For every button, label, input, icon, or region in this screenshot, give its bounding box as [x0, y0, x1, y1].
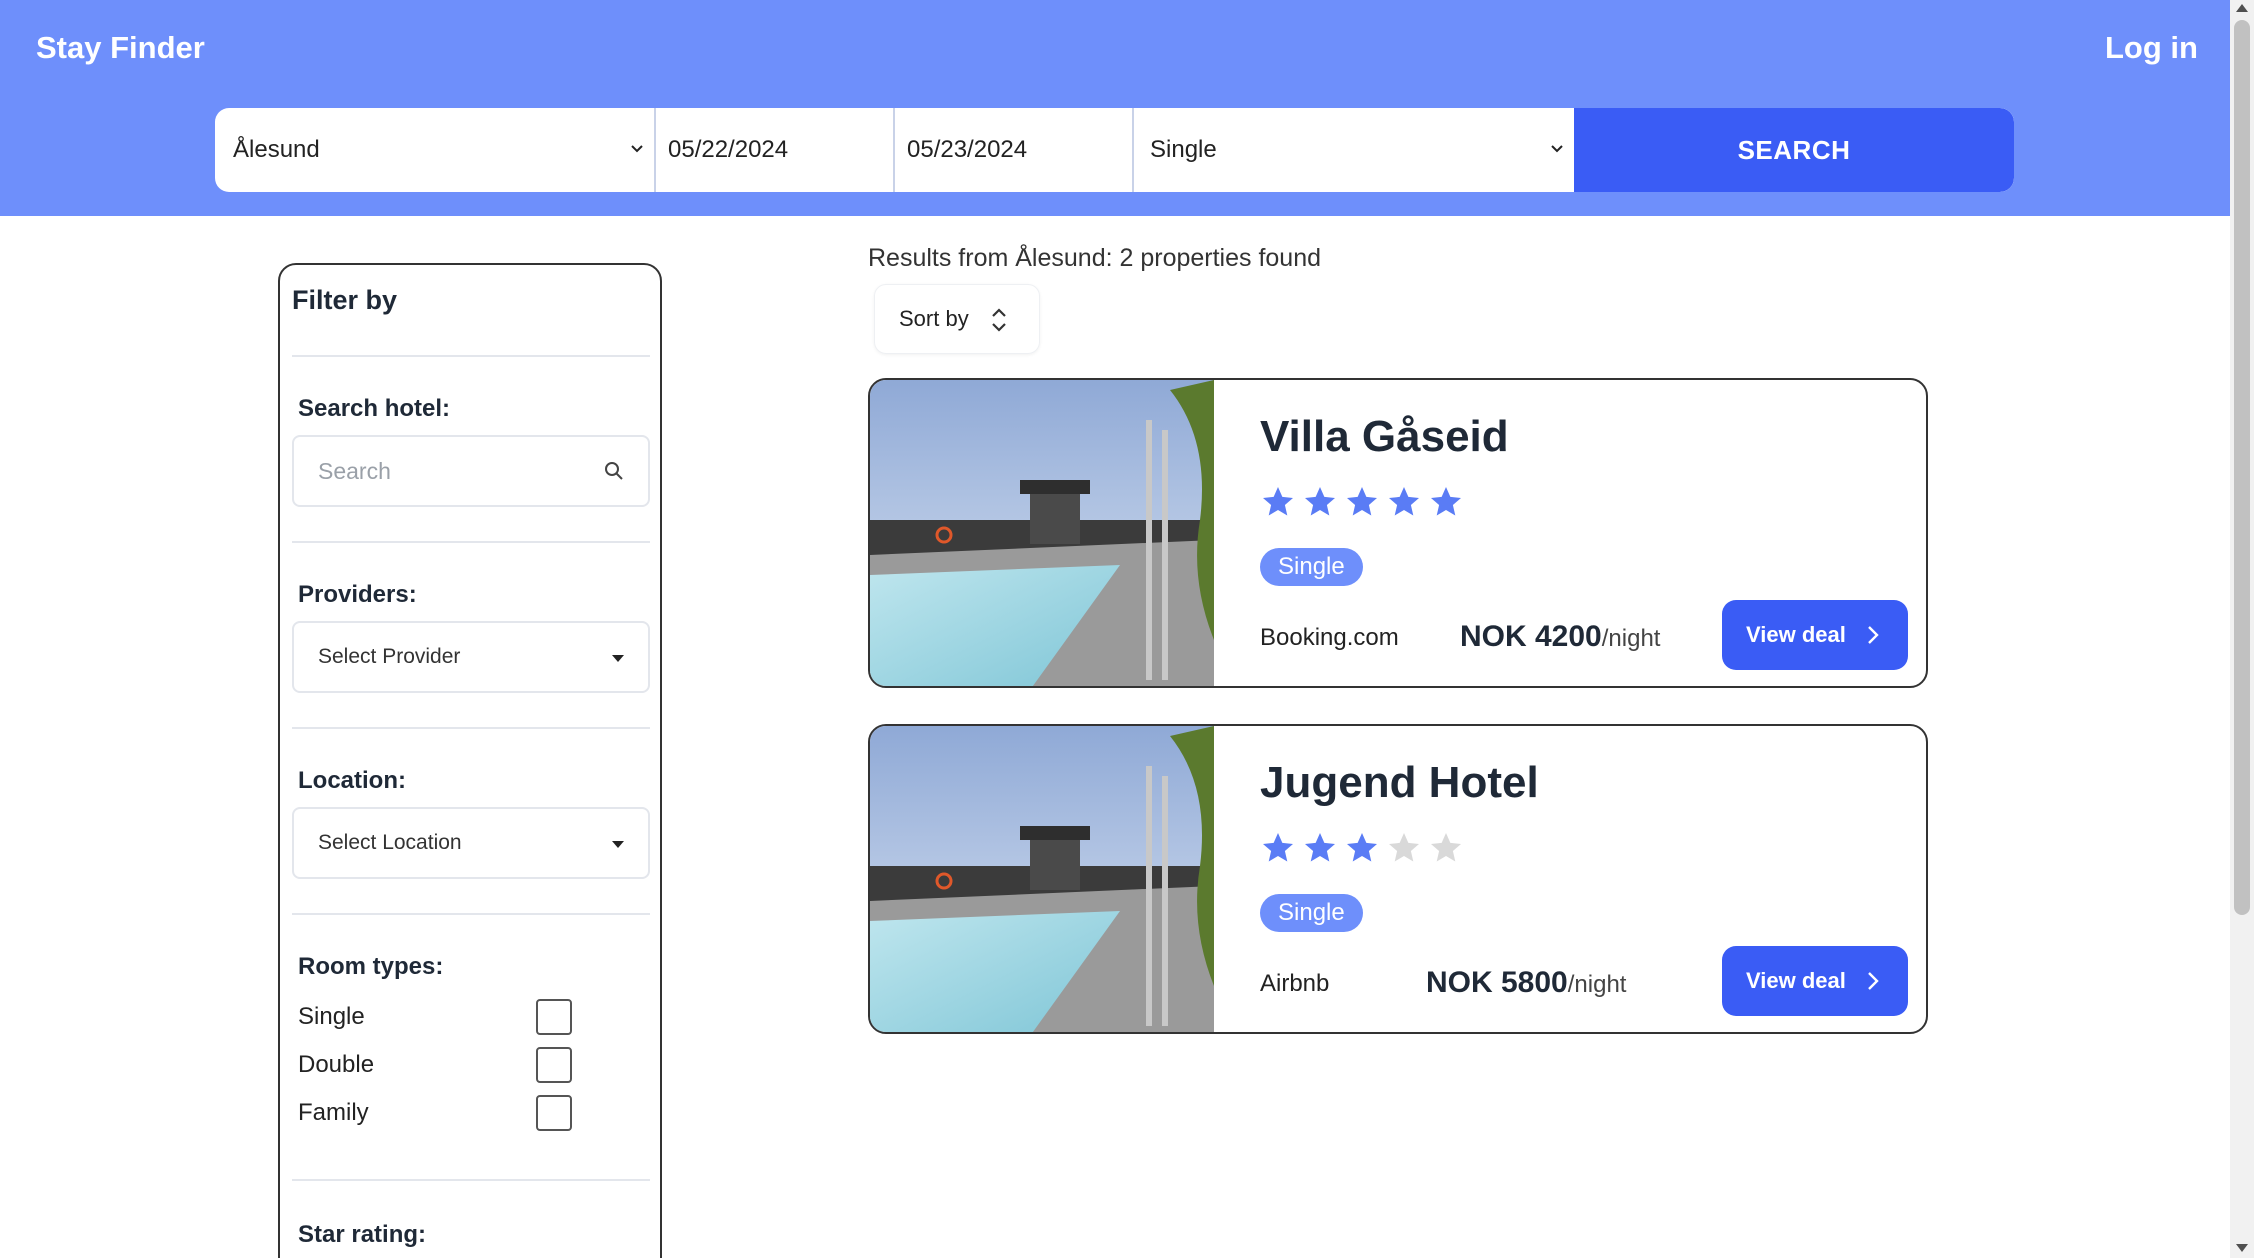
star-rating [1260, 830, 1464, 870]
price-amount: NOK 5800 [1426, 966, 1568, 999]
providers-label: Providers: [298, 581, 417, 608]
divider [292, 913, 650, 915]
provider-name: Airbnb [1260, 970, 1330, 997]
star-filled-icon [1431, 487, 1461, 516]
star-empty-icon [1431, 833, 1461, 862]
star-filled-icon [1263, 833, 1293, 862]
double-checkbox[interactable] [536, 1047, 572, 1083]
header: Stay Finder Log in Ålesund 05/22/2024 05… [0, 0, 2230, 216]
divider [292, 355, 650, 357]
brand-logo[interactable]: Stay Finder [36, 30, 205, 66]
room-type-option-label: Family [298, 1099, 369, 1126]
star-empty-icon [1389, 833, 1419, 862]
room-type-option-double: Double [298, 1047, 598, 1083]
search-button[interactable]: SEARCH [1574, 108, 2014, 192]
room-type-value: Single [1150, 136, 1217, 163]
star-rating [1260, 484, 1464, 524]
view-deal-button[interactable]: View deal [1722, 600, 1908, 670]
property-card[interactable]: Jugend Hotel Single Airbnb NOK 5800/nigh… [868, 724, 1928, 1034]
location-label: Location: [298, 767, 406, 794]
scroll-up-arrow-icon[interactable] [2236, 4, 2248, 12]
caret-down-icon [612, 841, 624, 848]
room-type-badge: Single [1260, 894, 1363, 932]
room-types-label: Room types: [298, 953, 444, 980]
hotel-name[interactable]: Jugend Hotel [1260, 758, 1539, 808]
star-filled-icon [1347, 487, 1377, 516]
room-type-option-single: Single [298, 999, 598, 1035]
login-link[interactable]: Log in [2105, 30, 2198, 66]
hotel-pool-photo [870, 380, 1214, 686]
hotel-search-placeholder: Search [318, 457, 391, 484]
location-select[interactable]: Ålesund [215, 108, 656, 192]
filter-title: Filter by [292, 285, 398, 315]
hotel-search-input[interactable]: Search [292, 435, 650, 507]
location-select-value: Select Location [318, 831, 462, 854]
hotel-pool-photo [870, 726, 1214, 1032]
location-filter-select[interactable]: Select Location [292, 807, 650, 879]
room-type-option-label: Single [298, 1003, 365, 1030]
price-per-night: /night [1567, 971, 1627, 998]
price: NOK 5800/night [1426, 966, 1626, 1000]
room-type-option-label: Double [298, 1051, 375, 1078]
provider-select[interactable]: Select Provider [292, 621, 650, 693]
room-type-badge: Single [1260, 548, 1363, 586]
hotel-name[interactable]: Villa Gåseid [1260, 412, 1509, 462]
single-checkbox[interactable] [536, 999, 572, 1035]
sort-by-label: Sort by [899, 306, 969, 331]
search-hotel-label: Search hotel: [298, 395, 451, 422]
checkin-date-value: 05/22/2024 [668, 136, 789, 163]
star-filled-icon [1389, 487, 1419, 516]
checkout-date-value: 05/23/2024 [907, 136, 1028, 163]
view-deal-label: View deal [1746, 622, 1846, 647]
divider [292, 1179, 650, 1181]
search-icon [605, 462, 623, 480]
search-bar: Ålesund 05/22/2024 05/23/2024 Single SEA… [215, 108, 2014, 192]
chevron-down-icon [1551, 145, 1563, 153]
chevron-right-icon [1868, 972, 1879, 990]
checkin-date-input[interactable]: 05/22/2024 [656, 108, 895, 192]
sort-by-button[interactable]: Sort by [874, 284, 1040, 354]
scroll-down-arrow-icon[interactable] [2236, 1244, 2248, 1252]
scrollbar-thumb[interactable] [2234, 20, 2250, 915]
star-filled-icon [1305, 487, 1335, 516]
star-filled-icon [1263, 487, 1293, 516]
price-per-night: /night [1601, 625, 1661, 652]
checkout-date-input[interactable]: 05/23/2024 [895, 108, 1134, 192]
price-amount: NOK 4200 [1460, 620, 1602, 653]
results-summary: Results from Ålesund: 2 properties found [868, 244, 1322, 272]
star-filled-icon [1305, 833, 1335, 862]
property-card[interactable]: Villa Gåseid Single Booking.com NOK 4200… [868, 378, 1928, 688]
family-checkbox[interactable] [536, 1095, 572, 1131]
view-deal-label: View deal [1746, 968, 1846, 993]
room-type-option-family: Family [298, 1095, 598, 1131]
star-rating-label: Star rating: [298, 1221, 427, 1248]
caret-down-icon [612, 655, 624, 662]
price: NOK 4200/night [1460, 620, 1660, 654]
chevron-down-icon [631, 145, 643, 153]
chevron-right-icon [1868, 626, 1879, 644]
star-filled-icon [1347, 833, 1377, 862]
filter-panel: Filter by Search hotel: Search Providers… [278, 263, 662, 1258]
room-type-select[interactable]: Single [1134, 108, 1574, 192]
provider-name: Booking.com [1260, 624, 1399, 651]
view-deal-button[interactable]: View deal [1722, 946, 1908, 1016]
page-scrollbar[interactable] [2230, 0, 2254, 1258]
location-value: Ålesund [233, 136, 320, 163]
sort-chevrons-icon [992, 308, 1006, 332]
provider-select-value: Select Provider [318, 645, 461, 668]
divider [292, 727, 650, 729]
divider [292, 541, 650, 543]
